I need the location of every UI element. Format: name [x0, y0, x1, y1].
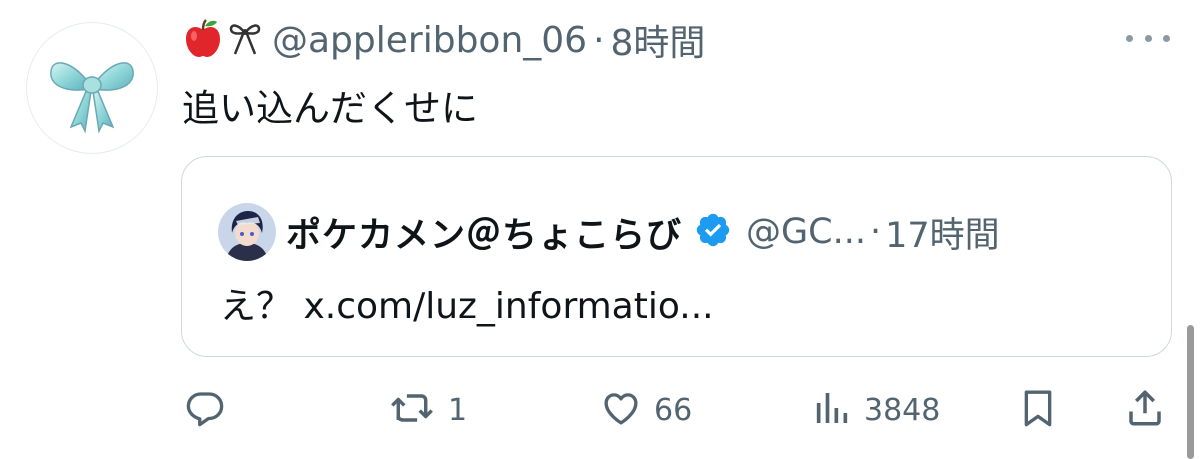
- reply-button[interactable]: [184, 380, 226, 440]
- heart-icon: [600, 387, 642, 433]
- separator-dot: ·: [593, 19, 605, 61]
- more-options-icon[interactable]: [1126, 28, 1170, 48]
- tweet-action-bar: 1 66 3848: [0, 380, 1200, 440]
- views-chart-icon: [812, 387, 852, 433]
- share-icon: [1124, 386, 1166, 434]
- bookmark-icon: [1018, 386, 1058, 434]
- views-count: 3848: [864, 392, 941, 428]
- tweet-timestamp[interactable]: 8時間: [611, 14, 706, 66]
- retweet-count: 1: [448, 392, 468, 428]
- quoted-timestamp[interactable]: 17時間: [885, 207, 1000, 258]
- share-button[interactable]: [1124, 380, 1166, 440]
- ribbon-icon: [228, 18, 262, 62]
- bookmark-button[interactable]: [1018, 380, 1058, 440]
- quoted-display-name[interactable]: ポケカメン＠ちょこらび: [286, 207, 682, 258]
- like-count: 66: [654, 392, 693, 428]
- tweet-header: @appleribbon_06 · 8時間: [184, 10, 705, 70]
- quoted-handle[interactable]: @GC...: [746, 212, 866, 252]
- author-avatar[interactable]: [26, 22, 158, 154]
- retweet-button[interactable]: 1: [388, 380, 467, 440]
- quoted-tweet-text: え？ x.com/luz_informatio...: [220, 286, 714, 327]
- anime-character-avatar: [218, 203, 276, 261]
- quoted-tweet-header: ポケカメン＠ちょこらび @GC... · 17時間: [286, 199, 1000, 265]
- verified-badge-icon: [694, 211, 732, 253]
- scrollbar[interactable]: [1187, 325, 1194, 459]
- tweet-text: 追い込んだくせに: [182, 87, 478, 130]
- reply-icon: [184, 387, 226, 433]
- quoted-tweet-card[interactable]: ポケカメン＠ちょこらび @GC... · 17時間 え？ x.com/luz_i…: [181, 156, 1172, 357]
- views-button[interactable]: 3848: [812, 380, 940, 440]
- retweet-icon: [388, 387, 436, 433]
- red-apple-icon: [184, 18, 222, 62]
- quoted-author-avatar[interactable]: [218, 203, 276, 261]
- blue-ribbon-bow-icon: [50, 62, 134, 134]
- separator-dot: ·: [869, 212, 882, 252]
- author-handle[interactable]: @appleribbon_06: [272, 20, 587, 61]
- like-button[interactable]: 66: [600, 380, 692, 440]
